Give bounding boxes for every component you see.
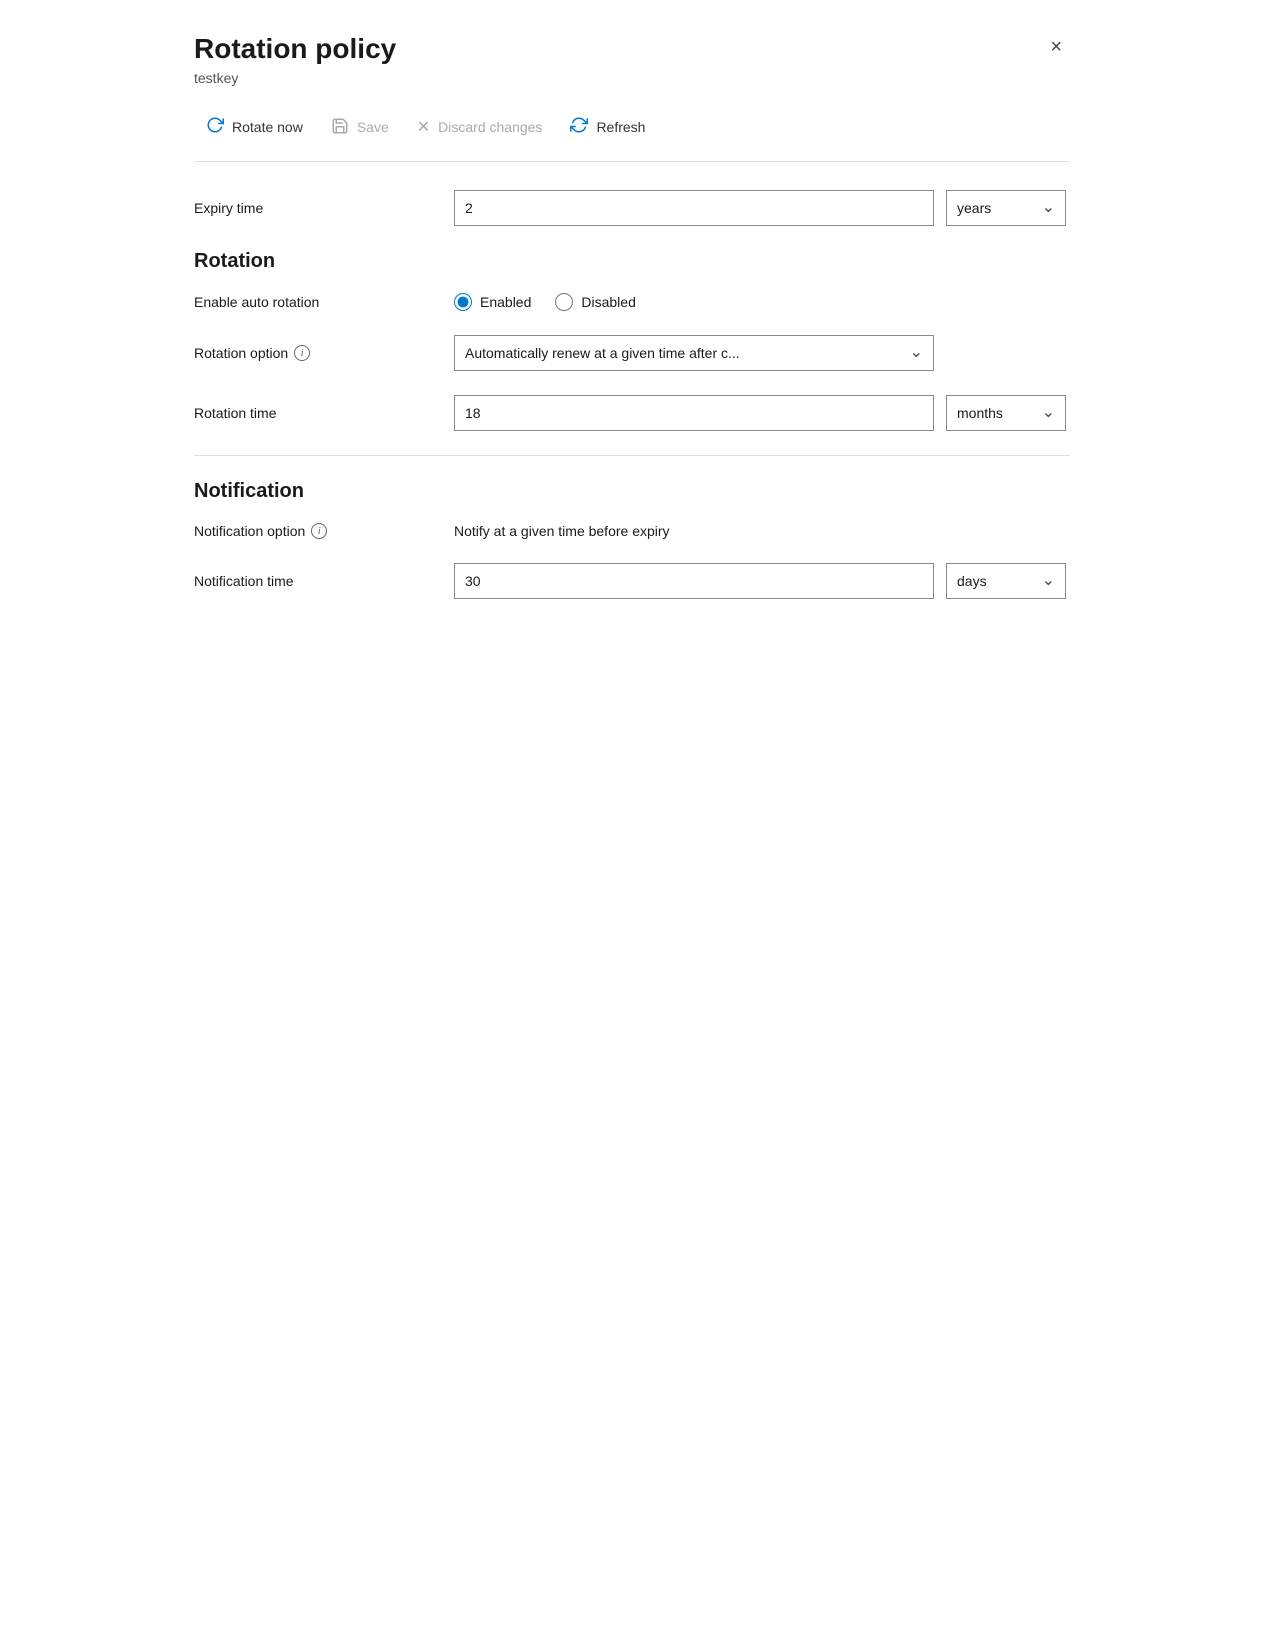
notification-option-controls: Notify at a given time before expiry bbox=[454, 523, 1070, 539]
expiry-label: Expiry time bbox=[194, 200, 454, 216]
notification-option-row: Notification option i Notify at a given … bbox=[194, 523, 1070, 539]
refresh-icon bbox=[570, 116, 588, 139]
rotate-now-label: Rotate now bbox=[232, 119, 303, 135]
notification-time-controls: days months years bbox=[454, 563, 1070, 599]
discard-icon: ✕ bbox=[417, 117, 430, 137]
header-text-group: Rotation policy testkey bbox=[194, 32, 396, 106]
expiry-unit-select-wrapper[interactable]: days months years bbox=[946, 190, 1066, 226]
notification-option-info-icon: i bbox=[311, 523, 327, 539]
rotation-time-unit-select[interactable]: days months years bbox=[947, 396, 1065, 430]
discard-button[interactable]: ✕ Discard changes bbox=[405, 111, 555, 143]
panel-title: Rotation policy bbox=[194, 32, 396, 66]
expiry-value-input[interactable] bbox=[454, 190, 934, 226]
section-divider bbox=[194, 455, 1070, 456]
rotate-icon bbox=[206, 116, 224, 139]
enabled-radio-option[interactable]: Enabled bbox=[454, 293, 531, 311]
save-icon bbox=[331, 117, 349, 138]
rotation-option-row: Rotation option i Automatically renew at… bbox=[194, 335, 1070, 371]
rotation-time-row: Rotation time days months years bbox=[194, 395, 1070, 431]
enabled-radio-label: Enabled bbox=[480, 294, 531, 310]
notification-section: Notification Notification option i Notif… bbox=[194, 480, 1070, 599]
rotation-option-select-wrapper[interactable]: Automatically renew at a given time afte… bbox=[454, 335, 934, 371]
rotate-now-button[interactable]: Rotate now bbox=[194, 110, 315, 145]
close-icon: × bbox=[1050, 36, 1062, 59]
notification-heading: Notification bbox=[194, 480, 1070, 503]
auto-rotation-row: Enable auto rotation Enabled Disabled bbox=[194, 293, 1070, 311]
notification-option-value: Notify at a given time before expiry bbox=[454, 523, 670, 539]
notification-time-input[interactable] bbox=[454, 563, 934, 599]
close-button[interactable]: × bbox=[1042, 32, 1070, 63]
rotation-time-input[interactable] bbox=[454, 395, 934, 431]
save-label: Save bbox=[357, 119, 389, 135]
auto-rotation-label: Enable auto rotation bbox=[194, 294, 454, 310]
panel-header: Rotation policy testkey × bbox=[194, 32, 1070, 106]
rotation-option-label: Rotation option i bbox=[194, 345, 454, 361]
rotation-heading: Rotation bbox=[194, 250, 1070, 273]
rotation-time-controls: days months years bbox=[454, 395, 1070, 431]
disabled-radio-input[interactable] bbox=[555, 293, 573, 311]
rotation-time-unit-select-wrapper[interactable]: days months years bbox=[946, 395, 1066, 431]
panel-subtitle: testkey bbox=[194, 70, 396, 86]
expiry-controls: days months years bbox=[454, 190, 1070, 226]
discard-label: Discard changes bbox=[438, 119, 542, 135]
auto-rotation-radio-group: Enabled Disabled bbox=[454, 293, 636, 311]
notification-time-label: Notification time bbox=[194, 573, 454, 589]
rotation-time-label: Rotation time bbox=[194, 405, 454, 421]
rotation-policy-panel: Rotation policy testkey × Rotate now bbox=[162, 0, 1102, 663]
toolbar: Rotate now Save ✕ Discard changes bbox=[194, 110, 1070, 162]
enabled-radio-input[interactable] bbox=[454, 293, 472, 311]
auto-rotation-controls: Enabled Disabled bbox=[454, 293, 1070, 311]
expiry-row: Expiry time days months years bbox=[194, 190, 1070, 226]
notification-option-label: Notification option i bbox=[194, 523, 454, 539]
notification-time-row: Notification time days months years bbox=[194, 563, 1070, 599]
rotation-option-info-icon: i bbox=[294, 345, 310, 361]
disabled-radio-label: Disabled bbox=[581, 294, 635, 310]
disabled-radio-option[interactable]: Disabled bbox=[555, 293, 635, 311]
refresh-button[interactable]: Refresh bbox=[558, 110, 657, 145]
expiry-unit-select[interactable]: days months years bbox=[947, 191, 1065, 225]
notification-time-unit-select-wrapper[interactable]: days months years bbox=[946, 563, 1066, 599]
rotation-section: Rotation Enable auto rotation Enabled Di… bbox=[194, 250, 1070, 431]
refresh-label: Refresh bbox=[596, 119, 645, 135]
expiry-section: Expiry time days months years bbox=[194, 190, 1070, 226]
rotation-option-select[interactable]: Automatically renew at a given time afte… bbox=[455, 336, 933, 370]
notification-time-unit-select[interactable]: days months years bbox=[947, 564, 1065, 598]
rotation-option-controls: Automatically renew at a given time afte… bbox=[454, 335, 1070, 371]
save-button[interactable]: Save bbox=[319, 111, 401, 144]
